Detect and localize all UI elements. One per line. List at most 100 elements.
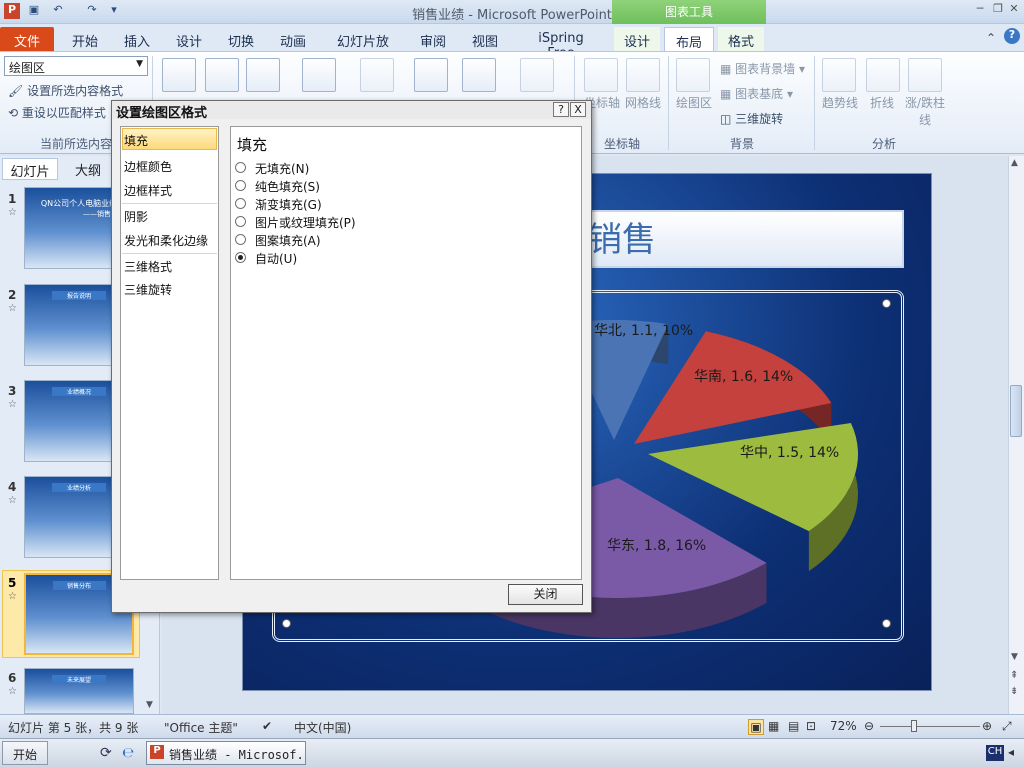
lines-icon[interactable] bbox=[866, 58, 900, 92]
axes-icon[interactable] bbox=[584, 58, 618, 92]
scroll-up-icon[interactable]: ▲ bbox=[1011, 158, 1018, 168]
nav-glow-soft-edges[interactable]: 发光和柔化边缘 bbox=[124, 232, 208, 249]
slide-number: 1 bbox=[8, 192, 17, 206]
ime-indicator[interactable]: CH bbox=[986, 745, 1004, 761]
legend-icon[interactable] bbox=[414, 58, 448, 92]
slide-count-status: 幻灯片 第 5 张，共 9 张 bbox=[8, 721, 139, 735]
radio-solid-fill[interactable] bbox=[235, 180, 246, 191]
theme-status[interactable]: "Office 主题" bbox=[164, 719, 238, 736]
zoom-in-icon[interactable]: ⊕ bbox=[982, 719, 992, 733]
tab-insert[interactable]: 插入 bbox=[114, 27, 160, 51]
chart-elements-dropdown[interactable]: 绘图区 ▼ bbox=[4, 56, 148, 76]
language-status[interactable]: 中文(中国) bbox=[294, 719, 351, 736]
chart-floor-icon: ▦ bbox=[720, 87, 732, 101]
restore-icon[interactable]: ❐ bbox=[990, 2, 1006, 18]
dialog-close-button[interactable]: 关闭 bbox=[508, 584, 583, 605]
tab-design[interactable]: 设计 bbox=[166, 27, 212, 51]
radio-no-fill[interactable] bbox=[235, 162, 246, 173]
tab-chart-layout[interactable]: 布局 bbox=[664, 27, 714, 51]
tab-file[interactable]: 文件 bbox=[0, 27, 54, 51]
nav-shadow[interactable]: 阴影 bbox=[124, 208, 148, 225]
window-title: 销售业绩 - Microsoft PowerPoint bbox=[412, 8, 612, 23]
slide-number: 4 bbox=[8, 480, 17, 494]
fill-heading: 填充 bbox=[237, 136, 268, 154]
zoom-out-icon[interactable]: ⊖ bbox=[864, 719, 874, 733]
trendline-icon[interactable] bbox=[822, 58, 856, 92]
zoom-slider[interactable] bbox=[880, 726, 980, 727]
tab-outline[interactable]: 大纲 bbox=[62, 158, 114, 180]
gridlines-button-label: 网格线 bbox=[624, 96, 661, 110]
tab-review[interactable]: 审阅 bbox=[410, 27, 456, 51]
tab-ispring[interactable]: iSpring Free bbox=[516, 27, 606, 61]
chart-tools-band: 图表工具 bbox=[612, 0, 766, 24]
picture-icon[interactable] bbox=[162, 58, 196, 92]
nav-border-style[interactable]: 边框样式 bbox=[124, 182, 172, 199]
resize-handle[interactable] bbox=[882, 299, 891, 308]
start-button[interactable]: 开始 bbox=[2, 741, 48, 765]
resize-handle[interactable] bbox=[282, 619, 291, 628]
taskbar-powerpoint-button[interactable]: 销售业绩 - Microsof... bbox=[146, 741, 306, 765]
reading-view-icon[interactable]: ▤ bbox=[788, 719, 799, 733]
tab-view[interactable]: 视图 bbox=[462, 27, 508, 51]
slide-sorter-icon[interactable]: ▦ bbox=[768, 719, 779, 733]
pane-scroll-down-icon[interactable]: ▼ bbox=[146, 700, 153, 710]
tab-slides[interactable]: 幻灯片 bbox=[2, 158, 58, 180]
chart-floor-button[interactable]: ▦ 图表基底 ▾ bbox=[720, 85, 793, 102]
tab-home[interactable]: 开始 bbox=[62, 27, 108, 51]
current-selection-group-label: 当前所选内容 bbox=[39, 137, 112, 151]
zoom-level[interactable]: 72% bbox=[830, 719, 857, 733]
chart-title-icon[interactable] bbox=[302, 58, 336, 92]
reset-style-button[interactable]: ⟲ 重设以匹配样式 bbox=[8, 104, 106, 121]
normal-view-icon[interactable]: ▣ bbox=[748, 719, 764, 735]
scroll-thumb[interactable] bbox=[1010, 385, 1022, 437]
dialog-help-button[interactable]: ? bbox=[553, 102, 569, 117]
nav-3d-rotation[interactable]: 三维旋转 bbox=[124, 281, 172, 298]
axis-title-icon[interactable] bbox=[360, 58, 394, 92]
trendline-button-label: 趋势线 bbox=[821, 96, 858, 110]
nav-border-color[interactable]: 边框颜色 bbox=[124, 158, 172, 175]
radio-gradient-fill[interactable] bbox=[235, 198, 246, 209]
format-selection-button[interactable]: 🖌 设置所选内容格式 bbox=[8, 82, 123, 99]
close-icon[interactable]: ✕ bbox=[1006, 2, 1022, 18]
fit-to-window-icon[interactable]: ⤢ bbox=[1002, 719, 1012, 734]
tab-chart-design[interactable]: 设计 bbox=[614, 27, 660, 51]
shapes-icon[interactable] bbox=[205, 58, 239, 92]
previous-slide-icon[interactable]: ⇞ bbox=[1010, 670, 1018, 681]
radio-pattern-fill[interactable] bbox=[235, 234, 246, 245]
tab-chart-format[interactable]: 格式 bbox=[718, 27, 764, 51]
up-down-bars-icon[interactable] bbox=[908, 58, 942, 92]
next-slide-icon[interactable]: ⇟ bbox=[1010, 686, 1018, 697]
up-down-bars-button-label: 涨/跌柱线 bbox=[904, 96, 946, 127]
help-icon[interactable]: ? bbox=[1004, 28, 1020, 44]
chart-wall-label: 图表背景墙 bbox=[735, 62, 796, 76]
radio-picture-fill[interactable] bbox=[235, 216, 246, 227]
tab-transitions[interactable]: 切换 bbox=[218, 27, 264, 51]
scroll-down-icon[interactable]: ▼ bbox=[1011, 652, 1018, 662]
3d-rotation-button[interactable]: ◫ 三维旋转 bbox=[720, 110, 783, 127]
nav-3d-format[interactable]: 三维格式 bbox=[124, 258, 172, 275]
radio-automatic[interactable] bbox=[235, 252, 246, 263]
nav-separator bbox=[122, 203, 217, 204]
ie-icon[interactable]: ℮ bbox=[122, 745, 134, 761]
ribbon-minimize-icon[interactable]: ⌃ bbox=[986, 31, 996, 45]
data-table-icon[interactable] bbox=[520, 58, 554, 92]
quick-launch-icon[interactable]: ⟳ bbox=[100, 745, 112, 761]
plot-area-icon[interactable] bbox=[676, 58, 710, 92]
slide-thumbnail-6[interactable]: 未来展望 bbox=[24, 668, 134, 714]
tab-animations[interactable]: 动画 bbox=[270, 27, 316, 51]
resize-handle[interactable] bbox=[882, 619, 891, 628]
dialog-close-x-button[interactable]: X bbox=[570, 102, 586, 117]
slideshow-view-icon[interactable]: ⊡ bbox=[806, 719, 816, 733]
radio-solid-fill-label: 纯色填充(S) bbox=[255, 180, 320, 194]
tab-slideshow[interactable]: 幻灯片放映 bbox=[324, 27, 402, 69]
spelling-check-icon[interactable]: ✔ bbox=[262, 719, 272, 733]
zoom-slider-thumb[interactable] bbox=[911, 720, 917, 732]
gridlines-icon[interactable] bbox=[626, 58, 660, 92]
textbox-icon[interactable] bbox=[246, 58, 280, 92]
chart-wall-button[interactable]: ▦ 图表背景墙 ▾ bbox=[720, 60, 805, 77]
nav-fill[interactable]: 填充 bbox=[124, 132, 148, 149]
data-labels-icon[interactable] bbox=[462, 58, 496, 92]
slide-number: 5 bbox=[8, 576, 17, 590]
tray-icon[interactable]: ◂ bbox=[1008, 745, 1014, 759]
minimize-icon[interactable]: ─ bbox=[972, 2, 988, 18]
